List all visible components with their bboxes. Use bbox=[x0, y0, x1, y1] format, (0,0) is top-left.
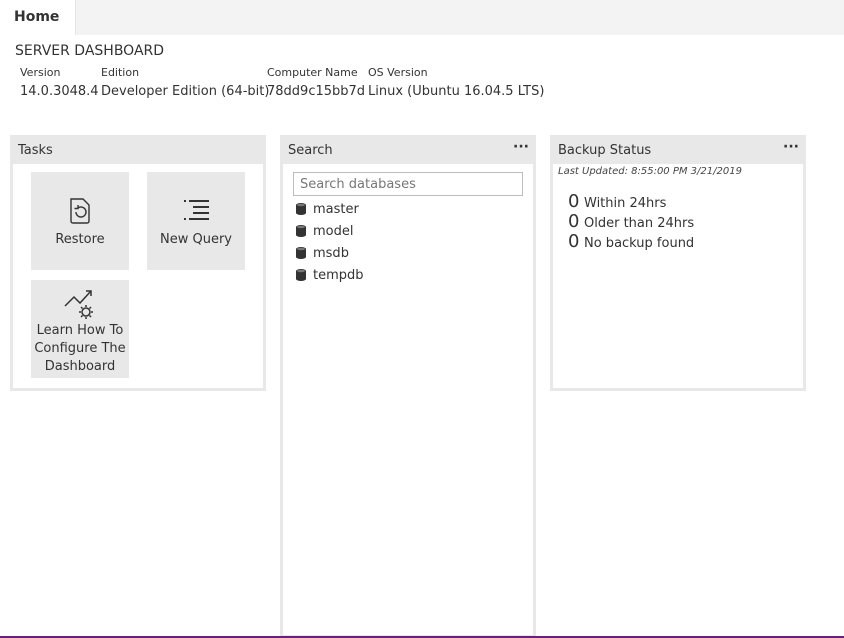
property-os-version: OS Version Linux (Ubuntu 16.04.5 LTS) bbox=[368, 66, 544, 99]
backup-row-no-backup: 0 No backup found bbox=[568, 231, 695, 252]
task-label: New Query bbox=[160, 232, 232, 247]
database-icon bbox=[296, 203, 306, 215]
property-edition: Edition Developer Edition (64-bit) bbox=[101, 66, 269, 99]
more-options-icon[interactable]: ··· bbox=[513, 139, 529, 155]
database-list: master model msdb tempdb bbox=[295, 198, 364, 286]
configure-dashboard-icon bbox=[64, 290, 93, 319]
backup-row-within-24hrs: 0 Within 24hrs bbox=[568, 191, 667, 212]
property-label: OS Version bbox=[368, 66, 428, 79]
database-name: model bbox=[313, 223, 354, 239]
tasks-widget: Tasks Restore New Query Learn How To Con… bbox=[10, 135, 266, 391]
backup-label: Older than 24hrs bbox=[584, 216, 695, 231]
backup-status-widget: Backup Status ··· Last Updated: 8:55:00 … bbox=[550, 135, 806, 391]
database-item-model[interactable]: model bbox=[295, 220, 364, 242]
property-label: Version bbox=[20, 66, 61, 79]
configure-dashboard-task-button[interactable]: Learn How To Configure The Dashboard bbox=[31, 280, 129, 378]
restore-icon bbox=[70, 198, 90, 224]
backup-count: 0 bbox=[568, 231, 580, 252]
database-item-msdb[interactable]: msdb bbox=[295, 242, 364, 264]
database-icon bbox=[296, 247, 306, 259]
database-name: tempdb bbox=[313, 267, 364, 283]
tab-home[interactable]: Home bbox=[0, 0, 76, 35]
property-value: Linux (Ubuntu 16.04.5 LTS) bbox=[368, 84, 545, 99]
search-databases-input[interactable] bbox=[293, 172, 523, 196]
database-item-master[interactable]: master bbox=[295, 198, 364, 220]
new-query-task-button[interactable]: New Query bbox=[147, 172, 245, 270]
backup-row-older-than-24hrs: 0 Older than 24hrs bbox=[568, 211, 695, 232]
property-label: Computer Name bbox=[267, 66, 358, 79]
last-updated-text: Last Updated: 8:55:00 PM 3/21/2019 bbox=[558, 166, 742, 177]
tasks-widget-header: Tasks bbox=[13, 138, 263, 164]
backup-count: 0 bbox=[568, 191, 580, 212]
property-value: 78dd9c15bb7d bbox=[267, 84, 366, 99]
backup-label: Within 24hrs bbox=[584, 196, 667, 211]
widget-title: Search bbox=[288, 143, 333, 158]
widget-title: Tasks bbox=[18, 143, 53, 158]
search-widget: Search ··· master model msdb tempdb bbox=[280, 135, 536, 638]
property-label: Edition bbox=[101, 66, 140, 79]
backup-label: No backup found bbox=[584, 236, 695, 251]
property-computer-name: Computer Name 78dd9c15bb7d bbox=[267, 66, 365, 99]
dashboard-title: SERVER DASHBOARD bbox=[15, 43, 165, 59]
widget-title: Backup Status bbox=[558, 143, 652, 158]
property-version: Version 14.0.3048.4 bbox=[20, 66, 99, 99]
property-value: Developer Edition (64-bit) bbox=[101, 84, 270, 99]
search-widget-header: Search ··· bbox=[283, 138, 533, 164]
database-item-tempdb[interactable]: tempdb bbox=[295, 264, 364, 286]
restore-task-button[interactable]: Restore bbox=[31, 172, 129, 270]
database-icon bbox=[296, 225, 306, 237]
tab-bar: Home bbox=[0, 0, 844, 35]
more-options-icon[interactable]: ··· bbox=[783, 139, 799, 155]
database-name: msdb bbox=[313, 245, 349, 261]
task-label: Restore bbox=[55, 232, 105, 247]
backup-widget-header: Backup Status ··· bbox=[553, 138, 803, 164]
database-icon bbox=[296, 269, 306, 281]
task-label: Learn How To Configure The Dashboard bbox=[34, 323, 126, 374]
backup-count: 0 bbox=[568, 211, 580, 232]
new-query-icon bbox=[184, 200, 209, 220]
property-value: 14.0.3048.4 bbox=[20, 84, 99, 99]
database-name: master bbox=[313, 201, 359, 217]
